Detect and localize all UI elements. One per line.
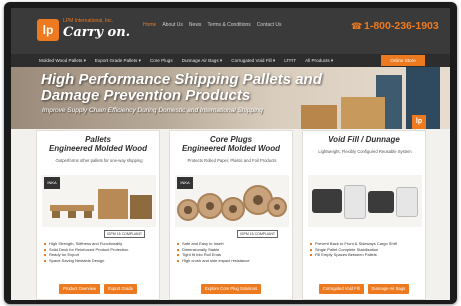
card-title-line1: Void Fill / Dunnage <box>328 135 400 144</box>
product-nav: Molded Wood Pallets ▾ Export Grade Palle… <box>11 54 450 67</box>
phone-icon: ☎ <box>351 21 363 31</box>
hero-crate-image <box>301 105 337 129</box>
core-plug-shape <box>221 197 245 221</box>
card-title-line1: Pallets <box>85 135 111 144</box>
nav-about-us[interactable]: About Us <box>162 22 183 28</box>
feature-list: Safe and Easy to Insert Dimensionally St… <box>177 241 289 263</box>
card-title: Core Plugs Engineered Molded Wood <box>170 135 292 153</box>
core-plug-shape <box>267 197 287 217</box>
card-buttons: Corrugated Void Fill Dunnage Air Bags <box>303 284 425 294</box>
pallet-stack-shape <box>98 189 128 219</box>
pallet-shape <box>84 211 92 218</box>
feature-list: High Strength, Stiffness and Functionali… <box>44 241 156 263</box>
pallet-stack-shape <box>130 195 152 219</box>
card-title: Pallets Engineered Molded Wood <box>37 135 159 153</box>
core-plug-shape <box>197 193 223 219</box>
phone-number-text: 1-800-236-1903 <box>364 20 439 32</box>
website-screen: lp LPM International, Inc. Carry on. Hom… <box>11 8 450 300</box>
card-title: Void Fill / Dunnage <box>303 135 425 144</box>
air-bag-shape <box>312 189 342 213</box>
feature-item: Fill Empty Spaces Between Pallets <box>310 252 422 258</box>
card-description: Outperforms other pallets for one-way sh… <box>55 158 143 163</box>
online-store-button[interactable]: Online Store <box>381 55 425 66</box>
brand-company-name: LPM International, Inc. <box>63 18 114 24</box>
product-card-void-fill: Void Fill / Dunnage Lightweight, Flexibl… <box>302 130 426 300</box>
pallets-product-image[interactable]: INKA <box>42 175 156 227</box>
product-card-core-plugs: Core Plugs Engineered Molded Wood Protec… <box>169 130 293 300</box>
card-title-line2: Engineered Molded Wood <box>181 144 281 153</box>
hero-subtitle: Improve Supply Chain Efficiency During D… <box>42 107 263 114</box>
air-bag-shape <box>396 187 418 217</box>
pallet-shape <box>68 211 76 218</box>
void-fill-product-image[interactable] <box>308 175 422 227</box>
nav-news[interactable]: News <box>189 22 202 28</box>
dunnage-air-bags-button[interactable]: Dunnage Air Bags <box>367 284 410 294</box>
card-buttons: Product Overview Export Grade <box>37 284 159 294</box>
subnav-corrugated-void-fill[interactable]: Corrugated Void Fill ▾ <box>231 58 275 64</box>
hero-title: High Performance Shipping Pallets and Da… <box>41 71 322 104</box>
subnav-ltfit[interactable]: LTFIT <box>284 58 296 63</box>
subnav-dunnage-air-bags[interactable]: Dunnage Air Bags ▾ <box>182 58 223 64</box>
logo[interactable]: lp <box>37 19 59 41</box>
site-header: lp LPM International, Inc. Carry on. Hom… <box>11 8 450 54</box>
device-frame: lp LPM International, Inc. Carry on. Hom… <box>4 2 457 304</box>
subnav-export-grade-pallets[interactable]: Export Grade Pallets ▾ <box>95 58 141 64</box>
top-nav: Home About Us News Terms & Conditions Co… <box>143 22 282 28</box>
card-title-line2: Engineered Molded Wood <box>48 144 148 153</box>
feature-item: Space-Saving Nestable Design <box>44 258 156 264</box>
card-description: Protects Rolled Paper, Plastic and Foil … <box>187 158 277 163</box>
phone-number[interactable]: ☎ 1-800-236-1903 <box>351 20 439 32</box>
brand-tagline: Carry on. <box>63 25 131 40</box>
core-plugs-product-image[interactable]: INKA <box>175 175 289 227</box>
subnav-molded-wood-pallets[interactable]: Molded Wood Pallets ▾ <box>39 58 86 64</box>
feature-item: High crush and side impact resistance <box>177 258 289 264</box>
hero-banner: High Performance Shipping Pallets and Da… <box>11 67 450 129</box>
compliance-badge: ISPM 15 COMPLIANT <box>104 230 145 238</box>
explore-core-plug-button[interactable]: Explore Core Plug Solutions <box>200 284 262 294</box>
subnav-all-products[interactable]: All Products ▾ <box>305 58 333 64</box>
made-badge: INKA <box>44 177 60 189</box>
card-buttons: Explore Core Plug Solutions <box>170 284 292 294</box>
nav-terms[interactable]: Terms & Conditions <box>207 22 250 28</box>
subnav-core-plugs[interactable]: Core Plugs <box>150 58 173 63</box>
corrugated-void-fill-button[interactable]: Corrugated Void Fill <box>318 284 364 294</box>
card-title-line1: Core Plugs <box>209 135 253 144</box>
hero-logo-badge: lp <box>412 115 426 129</box>
feature-list: Prevent Back to Front & Sideways Cargo S… <box>310 241 422 258</box>
product-cards: Pallets Engineered Molded Wood Outperfor… <box>36 130 426 300</box>
export-grade-button[interactable]: Export Grade <box>104 284 137 294</box>
made-badge: INKA <box>177 177 193 189</box>
product-card-pallets: Pallets Engineered Molded Wood Outperfor… <box>36 130 160 300</box>
nav-home[interactable]: Home <box>143 22 156 28</box>
card-description: Lightweight, Flexibly Configured Reusabl… <box>318 149 412 154</box>
compliance-badge: ISPM 15 COMPLIANT <box>237 230 278 238</box>
pallet-shape <box>52 211 60 218</box>
air-bag-shape <box>368 191 394 213</box>
core-plug-shape <box>177 199 199 221</box>
product-overview-button[interactable]: Product Overview <box>59 284 101 294</box>
nav-contact-us[interactable]: Contact Us <box>257 22 282 28</box>
air-bag-shape <box>344 185 366 219</box>
